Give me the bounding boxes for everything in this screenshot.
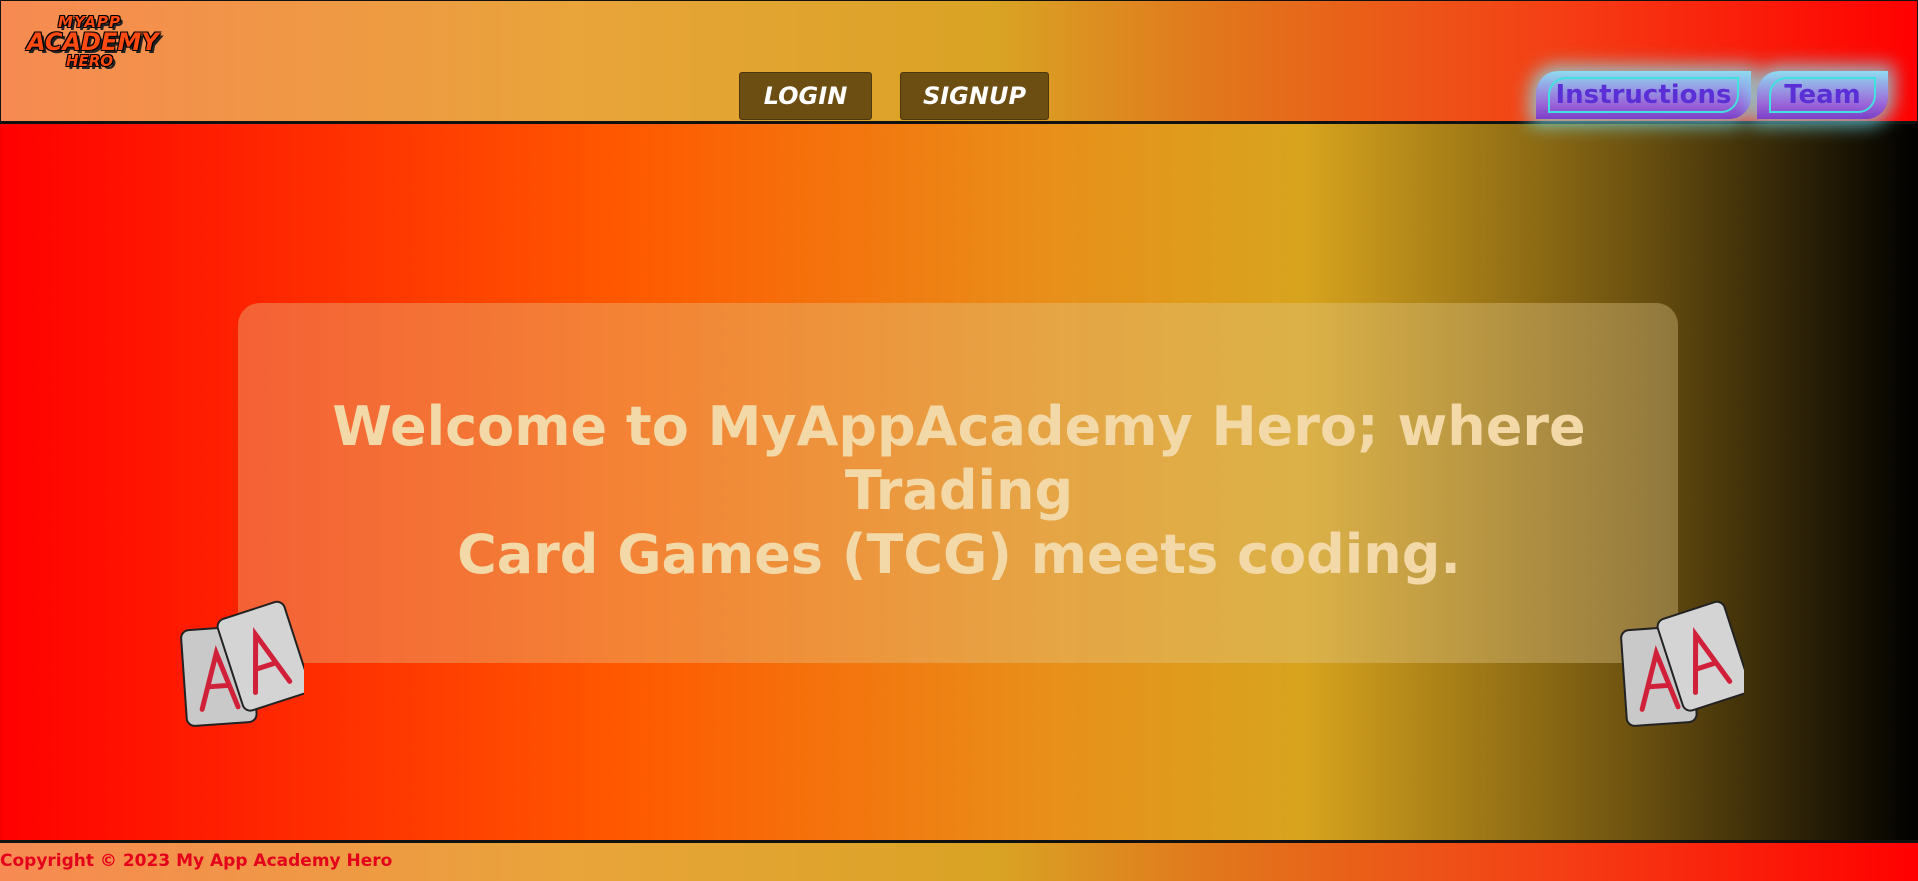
instructions-button[interactable]: Instructions [1536, 71, 1751, 119]
app-footer: Copyright © 2023 My App Academy Hero [0, 840, 1918, 881]
playing-cards-icon [180, 600, 304, 727]
instructions-button-label: Instructions [1555, 80, 1732, 110]
app-logo[interactable]: MYAPP ACADEMY HERO [27, 15, 159, 77]
hero-heading: Welcome to MyAppAcademy Hero; where Trad… [300, 395, 1618, 587]
logo-line-3: HERO [65, 52, 114, 70]
playing-cards-icon [1620, 600, 1744, 727]
team-button[interactable]: Team [1757, 71, 1888, 119]
hero-heading-line-1: Welcome to MyAppAcademy Hero; where Trad… [332, 395, 1586, 522]
login-button[interactable]: LOGIN [739, 72, 872, 120]
hero-heading-line-2: Card Games (TCG) meets coding. [457, 523, 1461, 586]
team-button-label: Team [1784, 80, 1861, 110]
copyright-text: Copyright © 2023 My App Academy Hero [0, 851, 393, 871]
logo-line-2: ACADEMY [27, 28, 159, 56]
app-header: MYAPP ACADEMY HERO LOGIN SIGNUP Instruct… [0, 0, 1918, 124]
signup-button[interactable]: SIGNUP [900, 72, 1049, 120]
